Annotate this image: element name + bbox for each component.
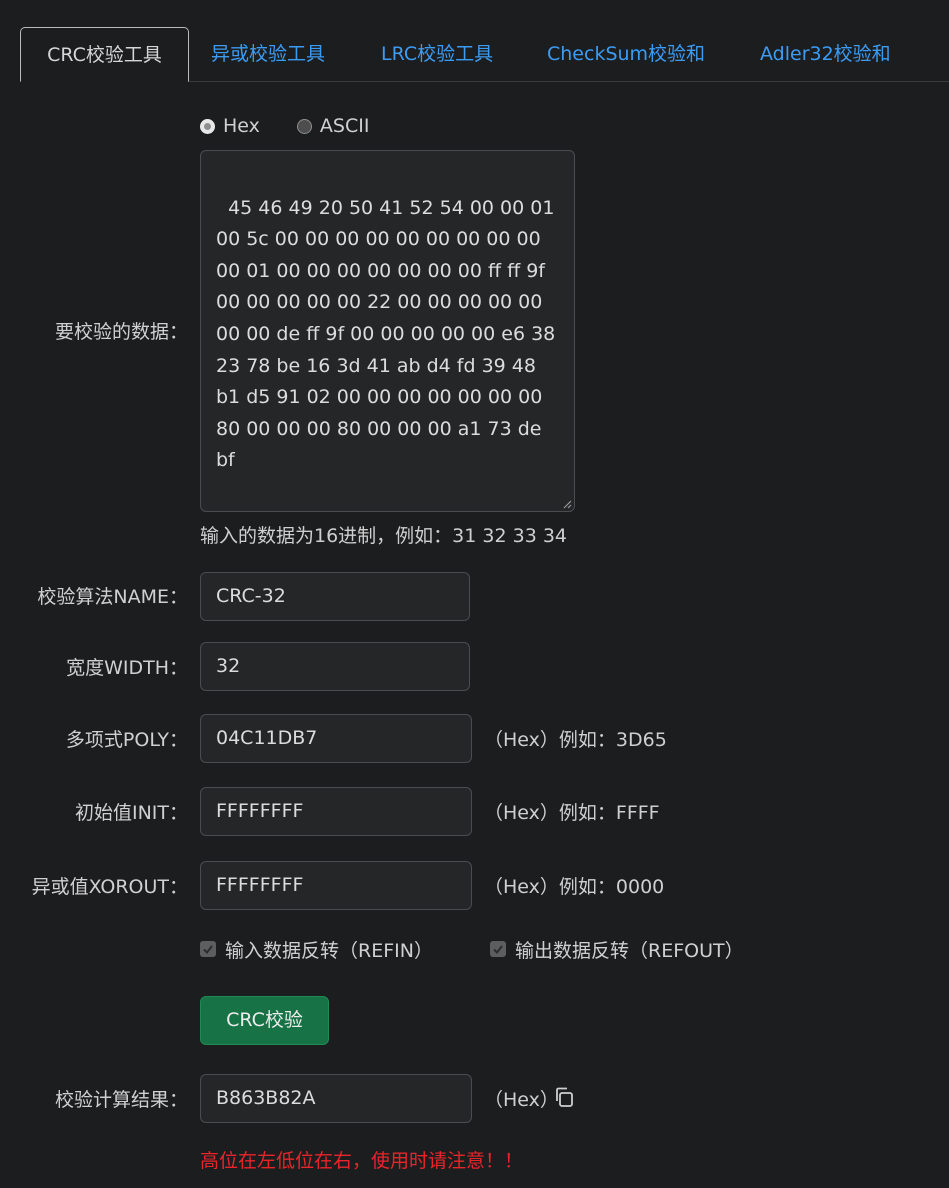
tab-xor[interactable]: 异或校验工具: [211, 27, 325, 81]
resize-grip-icon[interactable]: [562, 499, 572, 509]
radio-hex-indicator[interactable]: [200, 118, 215, 134]
checkmark-icon: [203, 945, 213, 955]
format-radio-group: Hex ASCII: [200, 112, 406, 140]
checkmark-icon: [493, 945, 503, 955]
refin-checkbox[interactable]: [200, 941, 216, 957]
xorout-label: 异或值XOROUT：: [31, 876, 188, 898]
poly-hint: （Hex）例如：3D65: [484, 729, 667, 751]
init-label: 初始值INIT：: [74, 802, 188, 824]
xorout-hint: （Hex）例如：0000: [484, 876, 665, 898]
tab-checksum[interactable]: CheckSum校验和: [547, 27, 705, 81]
refout-option[interactable]: 输出数据反转（REFOUT）: [490, 936, 744, 962]
radio-hex[interactable]: Hex: [200, 115, 260, 137]
result-hint: （Hex）: [484, 1089, 559, 1111]
endianness-warning: 高位在左低位在右，使用时请注意！！: [200, 1150, 524, 1172]
algorithm-name-label: 校验算法NAME：: [37, 586, 188, 608]
poly-field[interactable]: 04C11DB7: [200, 714, 472, 763]
tab-adler32[interactable]: Adler32校验和: [760, 27, 891, 81]
data-input-hint: 输入的数据为16进制，例如：31 32 33 34: [200, 525, 568, 547]
xorout-field[interactable]: FFFFFFFF: [200, 861, 472, 910]
result-label: 校验计算结果：: [54, 1089, 188, 1111]
data-input-label: 要校验的数据：: [54, 321, 188, 343]
tab-crc[interactable]: CRC校验工具: [20, 27, 189, 82]
radio-ascii[interactable]: ASCII: [296, 115, 370, 137]
init-hint: （Hex）例如：FFFF: [484, 802, 660, 824]
algorithm-name-field[interactable]: CRC-32: [200, 572, 470, 621]
poly-label: 多项式POLY：: [65, 729, 188, 751]
copy-icon[interactable]: [553, 1086, 575, 1108]
refout-label: 输出数据反转（REFOUT）: [515, 939, 744, 962]
refout-checkbox[interactable]: [490, 941, 506, 957]
radio-ascii-label: ASCII: [319, 115, 370, 137]
refin-label: 输入数据反转（REFIN）: [225, 939, 433, 962]
refin-option[interactable]: 输入数据反转（REFIN）: [200, 936, 433, 962]
init-field[interactable]: FFFFFFFF: [200, 787, 472, 836]
data-textarea-value: 45 46 49 20 50 41 52 54 00 00 01 00 5c 0…: [216, 196, 562, 472]
data-textarea[interactable]: 45 46 49 20 50 41 52 54 00 00 01 00 5c 0…: [200, 150, 575, 512]
result-field[interactable]: B863B82A: [200, 1074, 472, 1123]
crc-calculate-button[interactable]: CRC校验: [200, 996, 329, 1045]
tab-lrc[interactable]: LRC校验工具: [381, 27, 493, 81]
radio-hex-label: Hex: [223, 115, 260, 137]
width-field[interactable]: 32: [200, 642, 470, 691]
radio-ascii-indicator[interactable]: [296, 118, 312, 134]
width-label: 宽度WIDTH：: [66, 657, 188, 679]
tab-bar: CRC校验工具 异或校验工具 LRC校验工具 CheckSum校验和 Adler…: [20, 27, 949, 82]
